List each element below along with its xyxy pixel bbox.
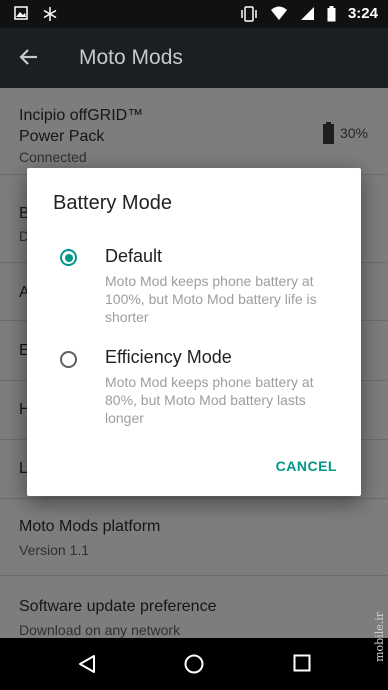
status-bar: 3:24 (0, 0, 388, 28)
platform-title: Moto Mods platform (19, 518, 161, 535)
radio-efficiency-mode[interactable] (60, 351, 77, 368)
navigation-bar (0, 638, 388, 690)
back-icon[interactable] (77, 654, 97, 679)
option-efficiency-label: Efficiency Mode (105, 347, 232, 367)
radio-default[interactable] (60, 249, 77, 266)
power-pack-row[interactable]: Incipio offGRID™ Power Pack Connected 30… (0, 88, 388, 175)
snowflake-icon (42, 6, 58, 22)
mod-battery-indicator: 30% (322, 122, 368, 144)
update-subtitle: Download on any network (19, 622, 181, 638)
power-pack-status: Connected (19, 149, 87, 165)
mod-battery-icon (322, 122, 334, 144)
battery-icon (327, 5, 336, 22)
back-arrow-icon[interactable] (18, 46, 40, 73)
vibrate-icon (240, 5, 258, 22)
update-preference-row[interactable]: Software update preference Download on a… (0, 593, 388, 643)
home-icon[interactable] (184, 654, 204, 679)
wifi-icon (270, 6, 288, 21)
dialog-title: Battery Mode (53, 192, 172, 214)
recents-icon[interactable] (293, 654, 311, 677)
platform-version: Version 1.1 (19, 542, 90, 558)
option-efficiency-description: Moto Mod keeps phone battery at 80%, but… (105, 374, 314, 426)
platform-row[interactable]: Moto Mods platform Version 1.1 (0, 513, 388, 576)
power-pack-title: Incipio offGRID™ Power Pack (19, 107, 144, 145)
battery-mode-dialog: Battery Mode Default Moto Mod keeps phon… (27, 168, 361, 496)
page-title: Moto Mods (79, 46, 183, 69)
update-title: Software update preference (19, 598, 217, 615)
option-default-description: Moto Mod keeps phone battery at 100%, bu… (105, 273, 317, 325)
clock: 3:24 (347, 5, 378, 22)
image-icon (14, 6, 28, 22)
divider (0, 498, 388, 499)
cancel-button[interactable]: CANCEL (276, 458, 337, 474)
app-bar: Moto Mods (0, 28, 388, 88)
mod-battery-percent: 30% (339, 125, 368, 141)
option-default-label: Default (105, 246, 163, 266)
watermark: mobile.ir (373, 612, 386, 662)
signal-icon (300, 6, 315, 21)
